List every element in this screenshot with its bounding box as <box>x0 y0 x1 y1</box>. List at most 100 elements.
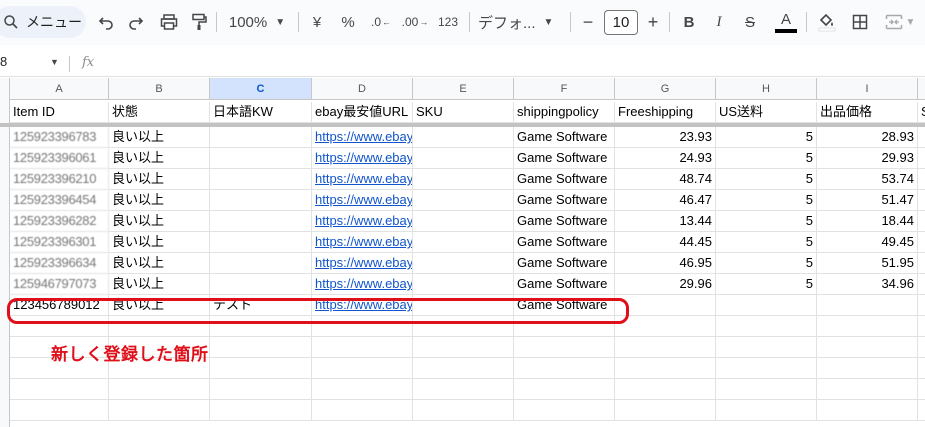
table-cell[interactable] <box>413 169 514 190</box>
empty-cell[interactable] <box>716 400 817 421</box>
strikethrough-button[interactable]: S <box>742 9 758 35</box>
empty-cell[interactable] <box>918 400 925 421</box>
empty-cell[interactable] <box>514 400 615 421</box>
increase-font-size-button[interactable]: + <box>645 9 661 35</box>
empty-cell[interactable] <box>210 379 312 400</box>
table-cell[interactable]: 125923396783 <box>10 127 109 148</box>
row-header-gutter[interactable] <box>0 78 10 427</box>
merge-cells-button[interactable]: ▼ <box>880 9 920 35</box>
table-cell[interactable]: Game Software <box>514 148 615 169</box>
empty-cell[interactable] <box>514 379 615 400</box>
empty-cell[interactable] <box>312 400 413 421</box>
table-cell[interactable]: 24.93 <box>615 148 716 169</box>
header-cell[interactable]: Item ID <box>10 102 109 123</box>
table-cell[interactable]: https://www.ebay.com/sch/i.html? <box>312 148 413 169</box>
print-button[interactable] <box>158 9 180 35</box>
table-cell[interactable]: 125923396061 <box>10 148 109 169</box>
empty-cell[interactable] <box>413 358 514 379</box>
empty-cell[interactable] <box>918 316 925 337</box>
table-cell[interactable]: Game Software <box>514 127 615 148</box>
table-cell[interactable]: 125923396454 <box>10 190 109 211</box>
table-cell[interactable] <box>210 274 312 295</box>
empty-cell[interactable] <box>918 379 925 400</box>
empty-cell[interactable] <box>615 400 716 421</box>
header-cell[interactable]: 出品価格 <box>817 102 918 123</box>
column-header-c[interactable]: C <box>210 78 312 100</box>
empty-cell[interactable] <box>413 337 514 358</box>
table-cell[interactable] <box>716 295 817 316</box>
borders-button[interactable] <box>850 9 870 35</box>
table-cell[interactable]: 34.96 <box>817 274 918 295</box>
table-cell[interactable]: 良い以上 <box>109 148 210 169</box>
table-cell[interactable]: 良い以上 <box>109 253 210 274</box>
table-cell[interactable] <box>210 232 312 253</box>
table-cell[interactable]: 29.96 <box>615 274 716 295</box>
header-cell[interactable]: 日本語KW <box>210 102 312 123</box>
table-cell[interactable]: 48.74 <box>615 169 716 190</box>
table-cell[interactable] <box>918 274 925 295</box>
number-format-button[interactable]: 123 <box>436 9 460 35</box>
header-cell[interactable]: 状態 <box>109 102 210 123</box>
table-cell[interactable] <box>918 232 925 253</box>
table-cell[interactable] <box>210 127 312 148</box>
empty-cell[interactable] <box>716 316 817 337</box>
decrease-font-size-button[interactable]: − <box>580 9 596 35</box>
table-cell[interactable]: 13.44 <box>615 211 716 232</box>
table-cell[interactable] <box>413 148 514 169</box>
table-cell[interactable]: 5 <box>716 190 817 211</box>
table-cell[interactable] <box>413 253 514 274</box>
table-cell[interactable]: 29.93 <box>817 148 918 169</box>
table-cell[interactable]: 5 <box>716 211 817 232</box>
table-cell[interactable]: 良い以上 <box>109 190 210 211</box>
bold-button[interactable]: B <box>681 9 697 35</box>
table-cell[interactable]: 良い以上 <box>109 127 210 148</box>
font-size-input[interactable]: 10 <box>604 10 638 35</box>
empty-cell[interactable] <box>817 358 918 379</box>
table-cell[interactable] <box>918 253 925 274</box>
table-cell[interactable] <box>210 169 312 190</box>
table-cell[interactable] <box>210 148 312 169</box>
name-box[interactable]: 8 <box>0 54 7 69</box>
table-cell[interactable] <box>413 127 514 148</box>
table-cell[interactable]: 良い以上 <box>109 211 210 232</box>
header-cell[interactable]: US送料 <box>716 102 817 123</box>
empty-cell[interactable] <box>716 379 817 400</box>
header-cell[interactable]: Freeshipping <box>615 102 716 123</box>
decrease-decimal-button[interactable]: .0 ← <box>368 9 394 35</box>
empty-cell[interactable] <box>210 400 312 421</box>
table-cell[interactable]: https://www.ebay.com/sch/i.html? <box>312 169 413 190</box>
table-cell[interactable]: 51.95 <box>817 253 918 274</box>
table-cell[interactable]: 28.93 <box>817 127 918 148</box>
empty-cell[interactable] <box>109 400 210 421</box>
empty-cell[interactable] <box>615 337 716 358</box>
empty-cell[interactable] <box>918 337 925 358</box>
table-cell[interactable]: 125923396634 <box>10 253 109 274</box>
table-cell[interactable]: Game Software <box>514 211 615 232</box>
table-cell[interactable] <box>210 253 312 274</box>
empty-cell[interactable] <box>817 337 918 358</box>
empty-cell[interactable] <box>817 400 918 421</box>
column-header-d[interactable]: D <box>312 78 413 100</box>
spreadsheet-grid[interactable]: ABCDEFGHIS Item ID状態日本語KWebay最安値URLSKUshi… <box>0 78 925 427</box>
table-cell[interactable]: 良い以上 <box>109 274 210 295</box>
header-cell[interactable]: ebay最安値URL <box>312 102 413 123</box>
table-cell[interactable]: 良い以上 <box>109 169 210 190</box>
empty-cell[interactable] <box>413 379 514 400</box>
empty-cell[interactable] <box>615 316 716 337</box>
table-cell[interactable] <box>817 295 918 316</box>
increase-decimal-button[interactable]: .00 → <box>401 9 429 35</box>
table-cell[interactable]: 125923396282 <box>10 211 109 232</box>
table-cell[interactable]: 5 <box>716 127 817 148</box>
header-cell[interactable]: SKU <box>413 102 514 123</box>
menu-search-button[interactable]: メニュー <box>0 6 86 38</box>
undo-button[interactable] <box>96 9 116 35</box>
column-header-s[interactable]: S <box>918 78 925 100</box>
column-header-g[interactable]: G <box>615 78 716 100</box>
table-cell[interactable]: https://www.ebay.com/sch/i.html? <box>312 274 413 295</box>
table-cell[interactable]: 125923396210 <box>10 169 109 190</box>
table-cell[interactable]: 51.47 <box>817 190 918 211</box>
table-cell[interactable]: Game Software <box>514 274 615 295</box>
empty-cell[interactable] <box>716 337 817 358</box>
empty-cell[interactable] <box>413 400 514 421</box>
column-header-b[interactable]: B <box>109 78 210 100</box>
